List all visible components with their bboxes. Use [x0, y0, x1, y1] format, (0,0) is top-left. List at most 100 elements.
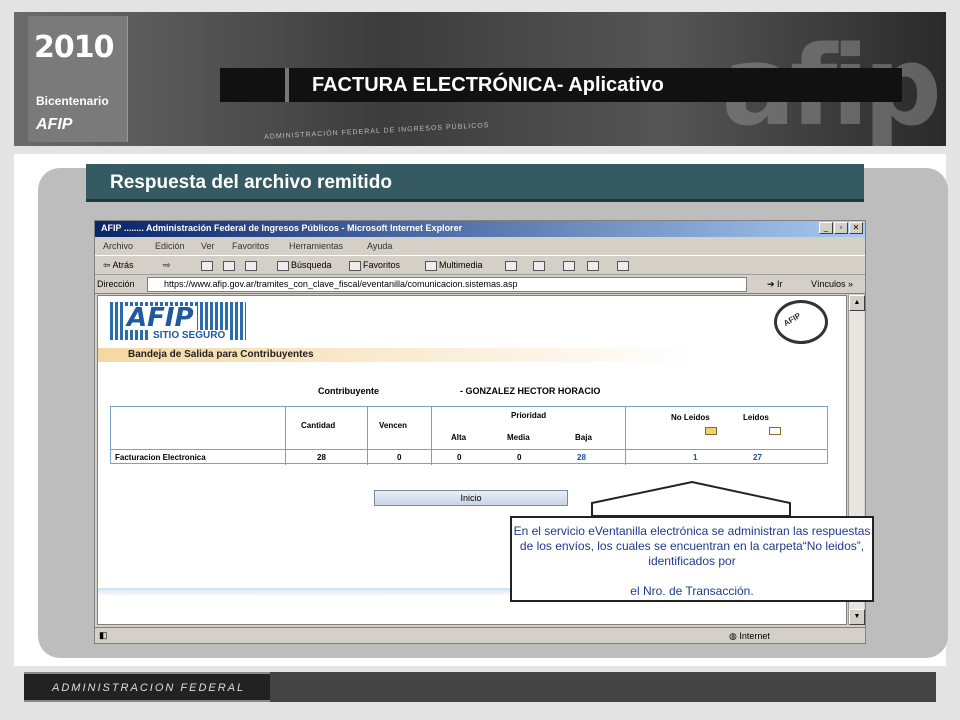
browser-titlebar: AFIP ........ Administración Federal de … [95, 221, 865, 237]
row-leidos-link[interactable]: 27 [753, 453, 762, 462]
closed-envelope-icon [705, 427, 717, 435]
footer-label: ADMINISTRACION FEDERAL [52, 682, 246, 694]
table-divider [367, 407, 368, 465]
title-bar: FACTURA ELECTRÓNICA- Aplicativo [220, 68, 902, 102]
discuss-button[interactable] [617, 260, 631, 271]
mail-icon [533, 260, 545, 271]
sitio-seguro-label: SITIO SEGURO [150, 330, 229, 341]
status-bar: ◧ ◍ Internet [95, 627, 865, 643]
browser-title: AFIP ........ Administración Federal de … [101, 223, 463, 233]
contribuyente-value: - GONZALEZ HECTOR HORACIO [460, 386, 601, 396]
print-button[interactable] [563, 260, 577, 271]
address-label: Dirección [97, 279, 135, 289]
contribuyente-label: Contribuyente [318, 386, 380, 396]
header-vencen: Vencen [379, 421, 408, 430]
afip-logo-text: AFIP [124, 305, 197, 331]
multimedia-button[interactable]: Multimedia [425, 260, 483, 271]
seal-text: AFIP [781, 311, 803, 328]
table-divider [431, 407, 432, 465]
mail-button[interactable] [533, 260, 547, 271]
open-envelope-icon [769, 427, 781, 435]
summary-table: Cantidad Vencen Prioridad Alta Media Baj… [110, 406, 828, 465]
header-baja: Baja [575, 433, 592, 442]
scroll-down-icon[interactable]: ▼ [849, 609, 865, 625]
bandeja-title: Bandeja de Salida para Contribuyentes [128, 349, 314, 360]
links-label: Vínculos [811, 279, 846, 289]
history-button[interactable] [505, 260, 519, 271]
back-button[interactable]: ⇦ Atrás [103, 260, 134, 271]
multimedia-label: Multimedia [439, 260, 483, 270]
callout-text: En el servicio eVentanilla electrónica s… [513, 524, 871, 568]
header-leidos: Leidos [743, 413, 769, 422]
slide: 2010 Bicentenario AFIP afip ADMINISTRACI… [0, 0, 960, 720]
section-title: Respuesta del archivo remitido [110, 172, 392, 193]
go-label: Ir [777, 279, 783, 289]
menu-ver[interactable]: Ver [201, 241, 215, 251]
row-cantidad: 28 [317, 453, 326, 462]
stop-button[interactable] [201, 260, 215, 271]
section-header: Respuesta del archivo remitido [86, 164, 864, 202]
table-divider [625, 407, 626, 465]
menu-archivo[interactable]: Archivo [103, 241, 133, 251]
search-icon [277, 260, 289, 271]
multimedia-icon [425, 260, 437, 271]
menu-edicion[interactable]: Edición [155, 241, 185, 251]
refresh-icon [223, 260, 235, 271]
table-row-separator [111, 449, 827, 450]
links-button[interactable]: Vínculos » [811, 279, 853, 289]
header-no-leidos: No Leidos [671, 413, 710, 422]
address-input[interactable]: https://www.afip.gov.ar/tramites_con_cla… [147, 277, 747, 292]
page-title: FACTURA ELECTRÓNICA- Aplicativo [312, 74, 664, 96]
scroll-up-icon[interactable]: ▲ [849, 295, 865, 311]
bandeja-header: Bandeja de Salida para Contribuyentes [98, 348, 846, 362]
refresh-button[interactable] [223, 260, 237, 271]
callout-box: En el servicio eVentanilla electrónica s… [510, 516, 874, 602]
row-media: 0 [517, 453, 522, 462]
favorites-label: Favoritos [363, 260, 401, 270]
row-alta: 0 [457, 453, 462, 462]
home-icon [245, 260, 257, 271]
maximize-button[interactable]: ▫ [834, 222, 848, 234]
home-button[interactable] [245, 260, 259, 271]
minimize-button[interactable]: _ [819, 222, 833, 234]
forward-arrow-icon: ⇨ [163, 260, 171, 270]
back-arrow-icon: ⇦ [103, 260, 113, 270]
logo-subtitle: Bicentenario [36, 94, 109, 108]
header-cantidad: Cantidad [301, 421, 336, 430]
print-icon [563, 260, 575, 271]
header-alta: Alta [451, 433, 467, 442]
header-media: Media [507, 433, 530, 442]
callout-text-footer: el Nro. de Transacción. [630, 584, 754, 598]
favorites-button[interactable]: Favoritos [349, 260, 400, 271]
close-button[interactable]: ✕ [849, 222, 863, 234]
header-prioridad: Prioridad [511, 411, 547, 420]
banner-subtitle: ADMINISTRACIÓN FEDERAL DE INGRESOS PÚBLI… [263, 122, 490, 141]
search-label: Búsqueda [291, 260, 332, 270]
go-arrow-icon: ➔ [767, 279, 778, 289]
globe-icon: ◍ [729, 631, 740, 641]
address-bar: Dirección https://www.afip.gov.ar/tramit… [95, 276, 865, 294]
search-button[interactable]: Búsqueda [277, 260, 332, 271]
favorites-icon [349, 260, 361, 271]
security-seal-icon: AFIP [774, 300, 828, 344]
discuss-icon [617, 260, 629, 271]
page-status-icon: ◧ [99, 630, 108, 640]
menu-ayuda[interactable]: Ayuda [367, 241, 392, 251]
menu-favoritos[interactable]: Favoritos [232, 241, 269, 251]
row-name: Facturacion Electronica [115, 453, 206, 462]
bicentenario-logo: 2010 Bicentenario AFIP [28, 16, 128, 142]
footer-tab: ADMINISTRACION FEDERAL [24, 672, 270, 702]
row-no-leidos-link[interactable]: 1 [693, 453, 697, 462]
chevron-right-icon: » [845, 279, 854, 289]
menu-herramientas[interactable]: Herramientas [289, 241, 343, 251]
back-label: Atrás [112, 260, 134, 270]
afip-logo: AFIP SITIO SEGURO [110, 302, 246, 341]
forward-button[interactable]: ⇨ [163, 260, 171, 271]
go-button[interactable]: ➔ Ir [767, 279, 783, 290]
row-baja-link[interactable]: 28 [577, 453, 586, 462]
logo-year: 2010 [34, 30, 114, 65]
status-zone: ◍ Internet [729, 631, 770, 642]
table-divider [285, 407, 286, 465]
edit-button[interactable] [587, 260, 601, 271]
inicio-button[interactable]: Inicio [374, 490, 568, 506]
